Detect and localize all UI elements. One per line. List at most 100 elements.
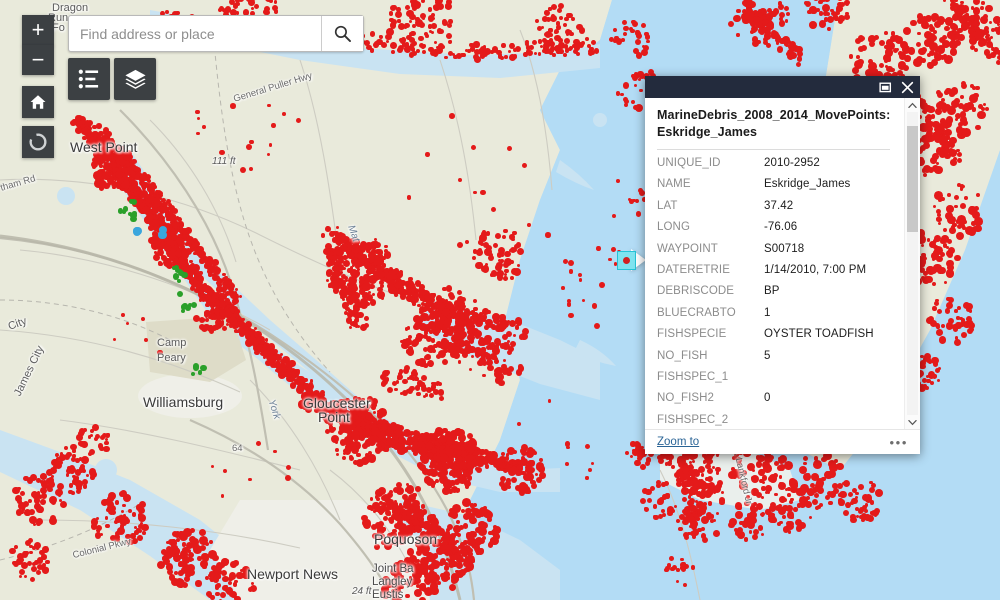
debris-point[interactable] <box>949 227 955 233</box>
debris-point[interactable] <box>542 49 546 53</box>
debris-point[interactable] <box>960 116 968 124</box>
debris-point[interactable] <box>144 338 148 342</box>
debris-point[interactable] <box>132 512 136 516</box>
debris-point[interactable] <box>28 538 33 543</box>
debris-point[interactable] <box>464 558 470 564</box>
debris-point[interactable] <box>177 279 182 284</box>
debris-point[interactable] <box>121 313 125 317</box>
debris-point[interactable] <box>487 365 493 371</box>
debris-point[interactable] <box>463 305 466 308</box>
debris-point[interactable] <box>585 476 588 479</box>
debris-point[interactable] <box>175 268 181 274</box>
debris-point[interactable] <box>360 421 366 427</box>
debris-point[interactable] <box>444 549 451 556</box>
debris-point[interactable] <box>348 309 352 313</box>
debris-point[interactable] <box>48 481 55 488</box>
debris-point[interactable] <box>960 95 964 99</box>
debris-point[interactable] <box>568 313 574 319</box>
debris-point[interactable] <box>115 171 122 178</box>
debris-point[interactable] <box>265 10 270 15</box>
debris-point[interactable] <box>936 256 943 263</box>
debris-point[interactable] <box>416 550 422 556</box>
debris-point[interactable] <box>431 23 437 29</box>
debris-point[interactable] <box>431 526 438 533</box>
debris-point[interactable] <box>407 348 414 355</box>
debris-point[interactable] <box>499 251 504 256</box>
debris-point[interactable] <box>218 293 223 298</box>
debris-point[interactable] <box>103 446 110 453</box>
debris-point[interactable] <box>424 364 428 368</box>
debris-point[interactable] <box>475 262 482 269</box>
debris-point[interactable] <box>351 446 359 454</box>
debris-point[interactable] <box>599 282 605 288</box>
debris-point[interactable] <box>330 280 339 289</box>
debris-point[interactable] <box>179 554 184 559</box>
debris-point[interactable] <box>332 266 337 271</box>
debris-point[interactable] <box>433 553 439 559</box>
debris-point[interactable] <box>53 465 57 469</box>
debris-point[interactable] <box>957 306 961 310</box>
debris-point[interactable] <box>591 40 596 45</box>
debris-point[interactable] <box>14 545 18 549</box>
debris-point[interactable] <box>348 276 357 285</box>
debris-point[interactable] <box>431 382 434 385</box>
debris-point[interactable] <box>852 67 858 73</box>
debris-point[interactable] <box>874 35 879 40</box>
debris-point[interactable] <box>951 87 959 95</box>
debris-point[interactable] <box>497 274 503 280</box>
debris-point[interactable] <box>141 524 149 532</box>
debris-point[interactable] <box>790 52 797 59</box>
debris-point[interactable] <box>777 46 784 53</box>
debris-point[interactable] <box>424 32 428 36</box>
debris-point[interactable] <box>131 199 137 205</box>
debris-point[interactable] <box>510 276 514 280</box>
debris-point[interactable] <box>57 483 64 490</box>
debris-point[interactable] <box>834 17 838 21</box>
debris-point[interactable] <box>193 315 200 322</box>
debris-point[interactable] <box>969 309 972 312</box>
debris-point[interactable] <box>733 15 741 23</box>
debris-point[interactable] <box>328 421 333 426</box>
debris-point[interactable] <box>566 446 570 450</box>
debris-point[interactable] <box>154 242 159 247</box>
debris-point[interactable] <box>963 220 967 224</box>
debris-point[interactable] <box>465 472 470 477</box>
debris-point[interactable] <box>494 338 501 345</box>
debris-point[interactable] <box>517 270 520 273</box>
debris-point[interactable] <box>824 17 829 22</box>
debris-point[interactable] <box>388 512 391 515</box>
debris-point[interactable] <box>272 5 278 11</box>
debris-point[interactable] <box>256 441 261 446</box>
debris-point[interactable] <box>269 0 273 3</box>
debris-point[interactable] <box>368 454 376 462</box>
debris-point[interactable] <box>442 324 448 330</box>
debris-point[interactable] <box>364 316 369 321</box>
debris-point[interactable] <box>945 308 951 314</box>
debris-point[interactable] <box>267 104 271 108</box>
debris-point[interactable] <box>478 359 484 365</box>
debris-point[interactable] <box>384 245 387 248</box>
debris-point[interactable] <box>60 501 67 508</box>
debris-point[interactable] <box>393 440 397 444</box>
debris-point[interactable] <box>28 499 32 503</box>
debris-point[interactable] <box>981 1 985 5</box>
debris-point[interactable] <box>437 28 442 33</box>
debris-point[interactable] <box>389 11 393 15</box>
debris-point[interactable] <box>124 518 130 524</box>
debris-point[interactable] <box>526 489 530 493</box>
debris-point[interactable] <box>490 273 493 276</box>
debris-point[interactable] <box>230 103 235 108</box>
debris-point[interactable] <box>157 350 163 356</box>
debris-point[interactable] <box>166 243 170 247</box>
debris-point[interactable] <box>163 258 172 267</box>
debris-point[interactable] <box>406 579 414 587</box>
debris-point[interactable] <box>391 50 395 54</box>
debris-point[interactable] <box>849 54 853 58</box>
debris-point[interactable] <box>220 592 226 598</box>
debris-point[interactable] <box>558 38 563 43</box>
debris-point[interactable] <box>193 363 200 370</box>
debris-point[interactable] <box>76 434 82 440</box>
debris-point[interactable] <box>504 55 508 59</box>
debris-point[interactable] <box>41 493 47 499</box>
debris-point[interactable] <box>457 296 464 303</box>
